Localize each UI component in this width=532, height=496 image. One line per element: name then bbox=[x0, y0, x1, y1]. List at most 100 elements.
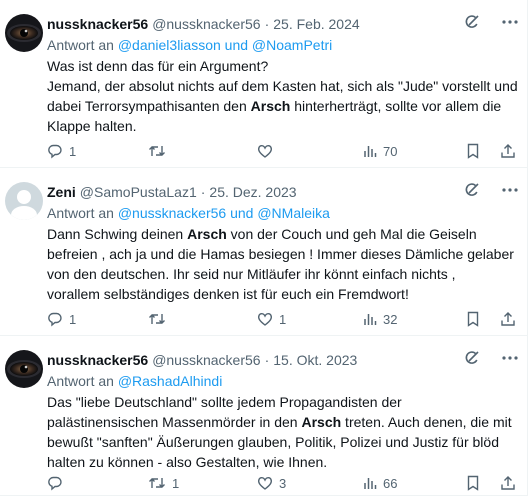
separator: · bbox=[264, 352, 270, 368]
text-line: Das "liebe Deutschland" sollte jedem Pro… bbox=[47, 394, 402, 410]
tweet-text: Dann Schwing deinen Arsch von der Couch … bbox=[47, 224, 519, 304]
bookmark-button[interactable] bbox=[466, 311, 480, 327]
avatar[interactable] bbox=[5, 14, 43, 52]
separator: · bbox=[264, 16, 270, 32]
bookmark-icon bbox=[467, 143, 479, 159]
heart-icon bbox=[257, 144, 273, 158]
action-bar: 1 1 32 bbox=[47, 309, 519, 329]
reply-count: 1 bbox=[69, 311, 77, 327]
author-name[interactable]: nussknacker56 bbox=[47, 14, 148, 34]
reply-context: Antwort an @nussknacker56 und @NMaleika bbox=[47, 203, 519, 223]
author-name[interactable]: Zeni bbox=[47, 182, 76, 202]
retweet-icon bbox=[149, 146, 165, 156]
heart-icon bbox=[257, 312, 273, 326]
author-handle[interactable]: @nussknacker56 bbox=[152, 14, 260, 34]
text-line: treten. Auch denen, die mit bbox=[341, 414, 512, 430]
views-count: 32 bbox=[383, 311, 398, 327]
retweet-button[interactable] bbox=[148, 143, 172, 159]
bookmark-icon bbox=[467, 475, 479, 491]
more-icon[interactable] bbox=[501, 349, 519, 372]
tweet-date[interactable]: 25. Feb. 2024 bbox=[273, 14, 359, 34]
grok-icon[interactable] bbox=[463, 181, 481, 204]
more-icon[interactable] bbox=[501, 181, 519, 204]
tweet-text: Das "liebe Deutschland" sollte jedem Pro… bbox=[47, 392, 519, 472]
bookmark-button[interactable] bbox=[466, 475, 480, 491]
retweet-button[interactable]: 1 bbox=[148, 475, 179, 491]
text-line: palästinensischen Massenmörder in den bbox=[47, 414, 302, 430]
like-button[interactable] bbox=[257, 143, 279, 159]
text-line: befreien , ach ja und die Hamas besiegen… bbox=[47, 246, 514, 262]
reply-mentions[interactable]: @daniel3liasson und @NoamPetri bbox=[118, 37, 332, 53]
reply-button[interactable]: 1 bbox=[47, 311, 76, 327]
text-line: Dann Schwing deinen bbox=[47, 226, 188, 242]
more-icon[interactable] bbox=[501, 13, 519, 36]
action-bar: 1 70 bbox=[47, 141, 519, 161]
reply-prefix: Antwort an bbox=[47, 37, 118, 53]
retweet-count: 1 bbox=[172, 475, 180, 491]
views-icon bbox=[364, 146, 377, 157]
reply-prefix: Antwort an bbox=[47, 205, 118, 221]
views-button[interactable]: 66 bbox=[363, 476, 397, 491]
reply-count: 1 bbox=[69, 143, 77, 159]
bookmark-icon bbox=[467, 311, 479, 327]
like-button[interactable]: 3 bbox=[257, 475, 286, 491]
like-button[interactable]: 1 bbox=[257, 311, 286, 327]
tweet-date[interactable]: 15. Okt. 2023 bbox=[273, 350, 357, 370]
text-line: halten zu können - also Gestalten, wie I… bbox=[47, 454, 328, 470]
retweet-icon bbox=[149, 314, 165, 324]
tweet[interactable]: Zeni @SamoPustaLaz1 · 25. Dez. 2023 Antw… bbox=[0, 168, 528, 336]
share-button[interactable] bbox=[500, 311, 516, 327]
reply-mentions[interactable]: @RashadAlhindi bbox=[118, 373, 223, 389]
heart-icon bbox=[257, 476, 273, 490]
reply-button[interactable] bbox=[47, 475, 69, 491]
reply-mentions[interactable]: @nussknacker56 und @NMaleika bbox=[118, 205, 330, 221]
reply-icon bbox=[48, 312, 62, 327]
highlight-term: Arsch bbox=[250, 98, 291, 114]
tweet[interactable]: nussknacker56 @nussknacker56 · 25. Feb. … bbox=[0, 0, 528, 168]
grok-icon[interactable] bbox=[463, 349, 481, 372]
avatar[interactable] bbox=[5, 182, 43, 220]
author-name[interactable]: nussknacker56 bbox=[47, 350, 148, 370]
reply-prefix: Antwort an bbox=[47, 373, 118, 389]
text-line: dabei Terrorsympathisanten den bbox=[47, 98, 251, 114]
text-line: Klappe halten. bbox=[47, 118, 137, 134]
views-count: 70 bbox=[383, 143, 398, 159]
bookmark-button[interactable] bbox=[466, 143, 480, 159]
text-line: bewußt "sanften" Äußerungen glauben, Pol… bbox=[47, 434, 499, 450]
separator: · bbox=[200, 184, 206, 200]
share-button[interactable] bbox=[500, 143, 516, 159]
tweet-text: Was ist denn das für ein Argument? Jeman… bbox=[47, 56, 519, 136]
author-handle[interactable]: @nussknacker56 bbox=[152, 350, 260, 370]
text-line: Was ist denn das für ein Argument? bbox=[47, 58, 269, 74]
views-icon bbox=[364, 314, 377, 325]
text-line: von den deutschen. Ihr seid nur Mitläufe… bbox=[47, 266, 456, 282]
avatar[interactable] bbox=[5, 350, 43, 388]
reply-button[interactable]: 1 bbox=[47, 143, 76, 159]
retweet-button[interactable] bbox=[148, 311, 172, 327]
text-line: von der Couch und geh Mal die Geiseln bbox=[226, 226, 477, 242]
like-count: 1 bbox=[279, 311, 287, 327]
highlight-term: Arsch bbox=[187, 226, 227, 242]
tweet-date[interactable]: 25. Dez. 2023 bbox=[209, 182, 296, 202]
share-icon bbox=[501, 476, 515, 490]
retweet-icon bbox=[149, 478, 165, 488]
views-count: 66 bbox=[383, 475, 398, 491]
highlight-term: Arsch bbox=[301, 414, 342, 430]
views-button[interactable]: 70 bbox=[363, 144, 397, 159]
share-icon bbox=[501, 144, 515, 158]
author-handle[interactable]: @SamoPustaLaz1 bbox=[80, 182, 197, 202]
text-line: vorallem selbständiges denken ist für eu… bbox=[47, 286, 409, 302]
share-button[interactable] bbox=[500, 475, 516, 491]
text-line: hinterherträgt, sollte vor allem die bbox=[290, 98, 502, 114]
tweet[interactable]: nussknacker56 @nussknacker56 · 15. Okt. … bbox=[0, 336, 528, 496]
action-bar: 1 3 66 bbox=[47, 473, 519, 493]
views-button[interactable]: 32 bbox=[363, 312, 397, 327]
grok-icon[interactable] bbox=[463, 13, 481, 36]
reply-context: Antwort an @daniel3liasson und @NoamPetr… bbox=[47, 35, 519, 55]
reply-context: Antwort an @RashadAlhindi bbox=[47, 371, 519, 391]
text-line: Jemand, der absolut nichts auf dem Kaste… bbox=[47, 78, 518, 94]
share-icon bbox=[501, 312, 515, 326]
reply-icon bbox=[48, 144, 62, 159]
views-icon bbox=[364, 478, 377, 489]
like-count: 3 bbox=[279, 475, 287, 491]
